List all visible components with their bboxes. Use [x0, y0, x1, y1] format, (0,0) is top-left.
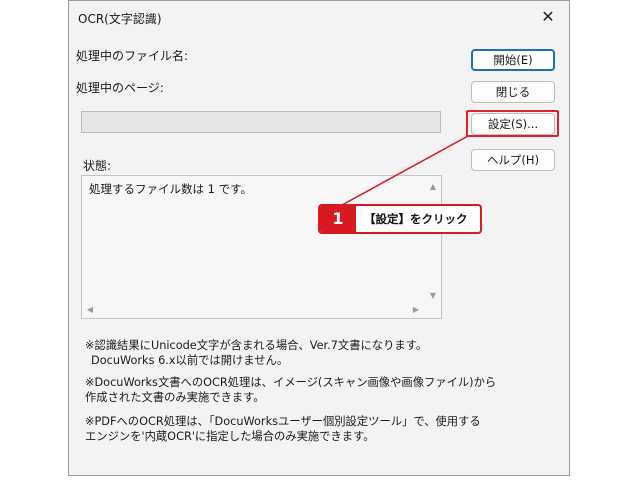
note-docuworks-line1: ※DocuWorks文書へのOCR処理は、イメージ(スキャン画像や画像ファイル)…	[85, 376, 497, 389]
processing-page-label: 処理中のページ:	[76, 81, 164, 95]
scroll-left-icon[interactable]: ◀	[82, 305, 98, 314]
settings-highlight-frame	[466, 110, 559, 137]
step-number-badge: 1	[320, 206, 356, 232]
start-button[interactable]: 開始(E)	[471, 49, 555, 71]
note-unicode-line1: ※認識結果にUnicode文字が含まれる場合、Ver.7文書になります。	[85, 339, 428, 352]
note-docuworks-line2: 作成された文書のみ実施できます。	[85, 391, 265, 404]
note-unicode-line2: DocuWorks 6.x以前では開けません。	[91, 354, 289, 367]
note-pdf-line2: エンジンを'内蔵OCR'に指定した場合のみ実施できます。	[85, 430, 375, 443]
window-title: OCR(文字認識)	[78, 12, 162, 26]
instruction-text: 【設定】をクリック	[364, 212, 468, 226]
horizontal-scrollbar[interactable]: ◀ ▶	[82, 302, 425, 318]
instruction-callout: 1 【設定】をクリック	[318, 204, 482, 234]
note-pdf-line1: ※PDFへのOCR処理は、「DocuWorksユーザー個別設定ツール」で、使用す…	[85, 415, 481, 428]
status-message: 処理するファイル数は 1 です。	[89, 182, 252, 196]
status-label: 状態:	[83, 159, 112, 173]
processing-file-label: 処理中のファイル名:	[76, 49, 189, 63]
progress-bar	[81, 111, 441, 133]
vertical-scrollbar[interactable]: ▲ ▼	[425, 176, 441, 302]
help-button[interactable]: ヘルプ(H)	[471, 149, 555, 171]
status-textbox[interactable]: 処理するファイル数は 1 です。 ▲ ▼ ◀ ▶	[81, 175, 442, 319]
close-button[interactable]: 閉じる	[471, 81, 555, 103]
scroll-down-icon[interactable]: ▼	[425, 291, 441, 300]
scroll-up-icon[interactable]: ▲	[425, 182, 441, 191]
ocr-dialog: OCR(文字認識) ✕ 処理中のファイル名: 処理中のページ: 開始(E) 閉じ…	[68, 0, 570, 476]
title-bar: OCR(文字認識) ✕	[69, 1, 569, 34]
screenshot-stage: OCR(文字認識) ✕ 処理中のファイル名: 処理中のページ: 開始(E) 閉じ…	[0, 0, 640, 480]
close-icon[interactable]: ✕	[533, 3, 563, 31]
scroll-right-icon[interactable]: ▶	[408, 305, 424, 314]
